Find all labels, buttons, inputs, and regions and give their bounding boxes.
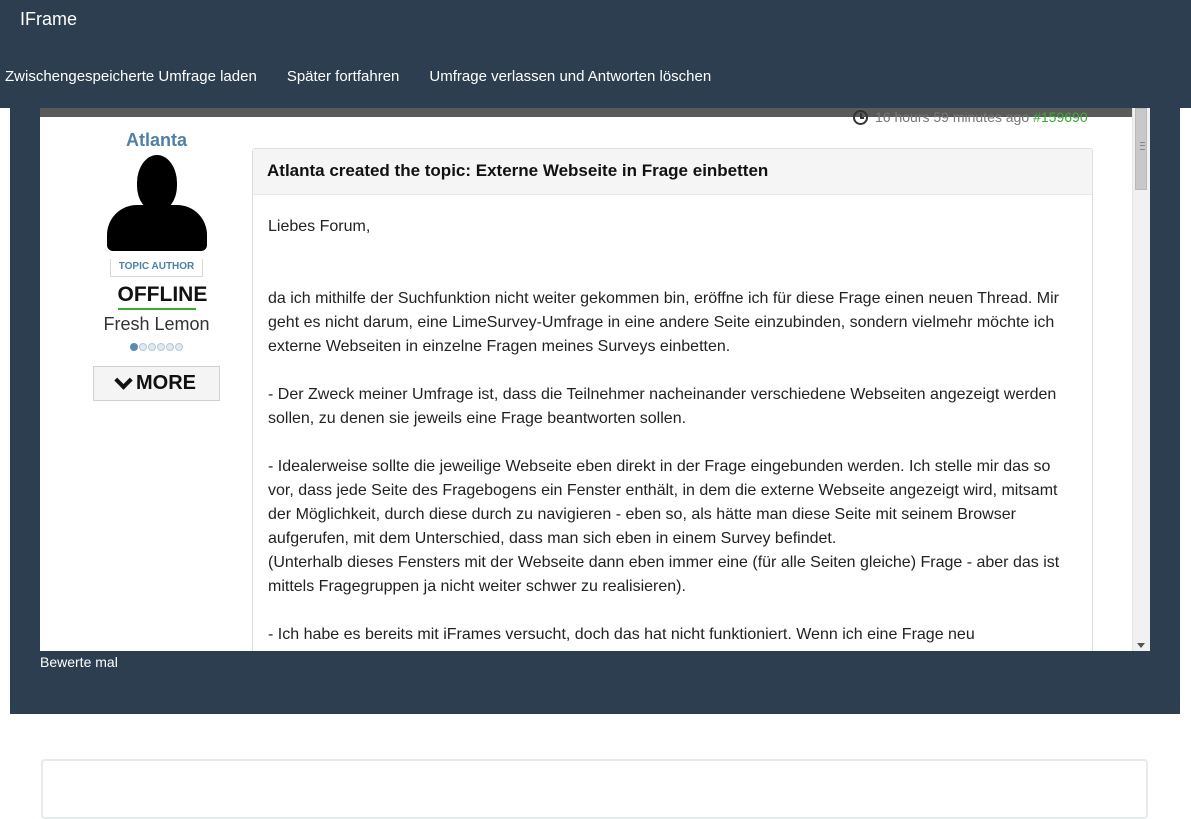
post-paragraph: Liebes Forum,	[268, 218, 371, 235]
rank-dot	[130, 343, 138, 351]
grip-icon	[1140, 142, 1145, 150]
clock-icon	[853, 109, 868, 125]
avatar-body	[106, 205, 207, 251]
post-time: 16 hours 59 minutes ago	[875, 109, 1030, 125]
post-paragraph: da ich mithilfe der Suchfunktion nicht w…	[268, 290, 1059, 355]
embedded-iframe[interactable]: 16 hours 59 minutes ago #159690 Atlanta …	[40, 108, 1150, 651]
post-meta: 16 hours 59 minutes ago #159690	[853, 109, 1088, 125]
post-panel: Atlanta created the topic: Externe Webse…	[252, 148, 1093, 651]
load-saved-survey-link[interactable]: Zwischengespeicherte Umfrage laden	[5, 68, 257, 85]
nav-links: Zwischengespeicherte Umfrage laden Späte…	[5, 68, 741, 85]
scroll-thumb[interactable]	[1135, 108, 1147, 190]
exit-and-clear-survey-link[interactable]: Umfrage verlassen und Antworten löschen	[429, 68, 711, 85]
rank-dots	[90, 343, 223, 351]
post-body: Liebes Forum, da ich mithilfe der Suchfu…	[253, 195, 1092, 647]
rank-dot	[175, 343, 183, 351]
post-paragraph: (Unterhalb dieses Fensters mit der Webse…	[268, 554, 1060, 595]
rank-dot	[166, 343, 174, 351]
username-link[interactable]: Atlanta	[90, 130, 223, 151]
scroll-down-arrow-icon[interactable]	[1137, 643, 1145, 648]
post-paragraph: - Der Zweck meiner Umfrage ist, dass die…	[268, 386, 1057, 427]
post-paragraph: - Ich habe es bereits mit iFrames versuc…	[268, 626, 975, 643]
avatar[interactable]	[106, 153, 207, 253]
rank-dot	[139, 343, 147, 351]
rank-dot	[157, 343, 165, 351]
post-title: Atlanta created the topic: Externe Webse…	[253, 149, 1092, 195]
more-label: MORE	[136, 372, 196, 394]
app-title: IFrame	[20, 9, 78, 29]
topic-author-badge: TOPIC AUTHOR	[109, 259, 204, 277]
chevron-down-icon	[114, 371, 133, 390]
question-footer-text: Bewerte mal	[40, 654, 118, 670]
online-status: OFFLINE	[117, 283, 207, 310]
top-navbar: IFrame Zwischengespeicherte Umfrage lade…	[0, 0, 1191, 108]
post-id-link[interactable]: #159690	[1033, 109, 1088, 125]
iframe-scrollbar[interactable]	[1132, 108, 1150, 651]
user-rank: Fresh Lemon	[103, 314, 210, 334]
answer-card	[41, 759, 1148, 819]
user-profile: Atlanta TOPIC AUTHOR OFFLINE Fresh Lemon…	[90, 130, 223, 401]
rank-dot	[148, 343, 156, 351]
resume-later-link[interactable]: Später fortfahren	[287, 68, 400, 85]
avatar-head	[136, 155, 177, 211]
more-button[interactable]: MORE	[93, 366, 220, 401]
question-container: 16 hours 59 minutes ago #159690 Atlanta …	[10, 108, 1180, 714]
post-paragraph: - Idealerweise sollte die jeweilige Webs…	[268, 458, 1058, 547]
